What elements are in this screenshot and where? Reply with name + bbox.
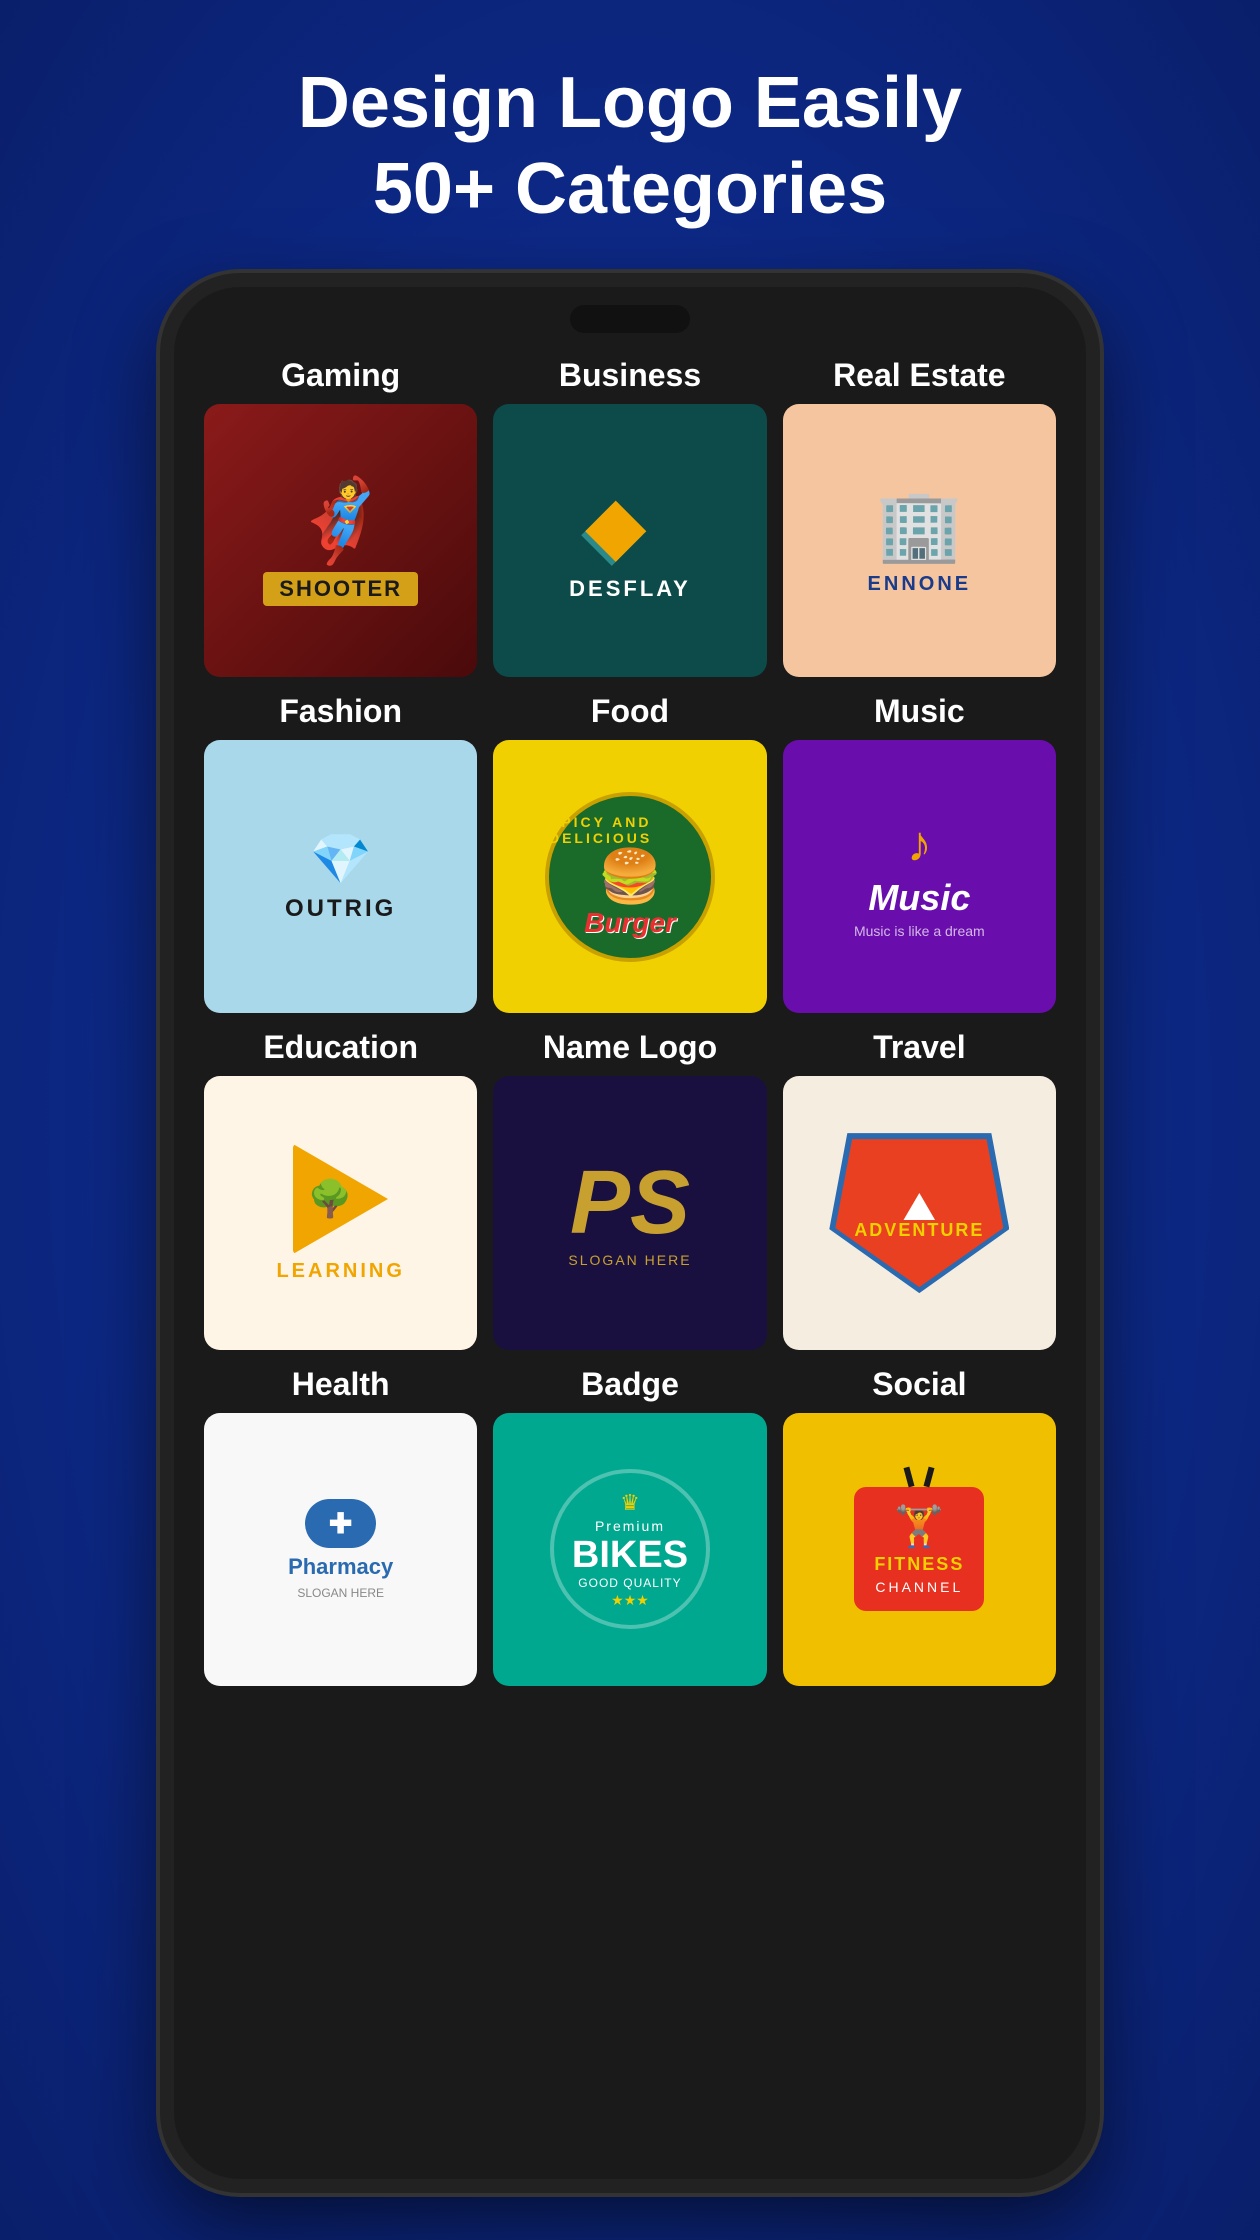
category-health-label: Health xyxy=(292,1366,390,1403)
category-badge-label: Badge xyxy=(581,1366,679,1403)
social-tv-frame: 🏋 FITNESS CHANNEL xyxy=(854,1487,984,1611)
social-fitness-text: FITNESS xyxy=(874,1554,964,1575)
fashion-diamond-icon: 💎 xyxy=(310,830,372,889)
category-health[interactable]: Health ✚ Pharmacy SLOGAN HERE xyxy=(204,1366,477,1686)
category-gaming-label: Gaming xyxy=(281,357,400,394)
category-music[interactable]: Music ♪ Music Music is like a dream xyxy=(783,693,1056,1013)
app-headline: Design Logo Easily 50+ Categories xyxy=(298,60,962,233)
health-name-text: Pharmacy xyxy=(288,1554,393,1580)
gaming-character-icon: 🦸 xyxy=(291,474,391,568)
travel-name-text: ADVENTURE xyxy=(854,1220,984,1241)
realestate-buildings-icon: 🏢 xyxy=(876,485,963,567)
category-education-label: Education xyxy=(263,1029,418,1066)
category-social-label: Social xyxy=(872,1366,966,1403)
realestate-name-text: ENNONE xyxy=(868,573,972,596)
burger-icon: 🍔 xyxy=(598,846,663,907)
category-fashion-image: 💎 OUTRIG xyxy=(204,740,477,1013)
category-business-image: DESFLAY xyxy=(493,404,766,677)
namelogo-initials-text: PS xyxy=(570,1158,690,1248)
categories-grid: Gaming 🦸 SHOOTER Business DESFLAY Real E… xyxy=(204,357,1056,1686)
category-travel[interactable]: Travel ⛰ ADVENTURE xyxy=(783,1029,1056,1349)
category-gaming[interactable]: Gaming 🦸 SHOOTER xyxy=(204,357,477,677)
category-social[interactable]: Social 🏋 FITNESS CHANNEL xyxy=(783,1366,1056,1686)
category-travel-label: Travel xyxy=(873,1029,966,1066)
phone-screen: Gaming 🦸 SHOOTER Business DESFLAY Real E… xyxy=(174,287,1086,2179)
category-travel-image: ⛰ ADVENTURE xyxy=(783,1076,1056,1349)
category-food-label: Food xyxy=(591,693,669,730)
mute-button xyxy=(160,537,170,597)
food-top-text: SPICY AND DELICIOUS xyxy=(549,814,711,846)
barbell-icon: 🏋 xyxy=(894,1503,944,1550)
category-fashion[interactable]: Fashion 💎 OUTRIG xyxy=(204,693,477,1013)
music-title-text: Music xyxy=(868,877,970,919)
category-badge[interactable]: Badge ♛ Premium BIKES GOOD QUALITY ★★★ xyxy=(493,1366,766,1686)
headline-line1: Design Logo Easily xyxy=(298,60,962,146)
volume-down-button xyxy=(160,757,170,847)
travel-shield: ⛰ ADVENTURE xyxy=(829,1133,1009,1293)
food-circle-badge: SPICY AND DELICIOUS 🍔 Burger xyxy=(545,792,715,962)
badge-premium-text: Premium xyxy=(595,1518,665,1534)
namelogo-slogan-text: SLOGAN HERE xyxy=(568,1252,691,1268)
category-music-image: ♪ Music Music is like a dream xyxy=(783,740,1056,1013)
category-education-image: 🌳 LEARNING xyxy=(204,1076,477,1349)
category-business[interactable]: Business DESFLAY xyxy=(493,357,766,677)
music-note-icon: ♪ xyxy=(907,815,932,873)
category-music-label: Music xyxy=(874,693,965,730)
category-food[interactable]: Food SPICY AND DELICIOUS 🍔 Burger xyxy=(493,693,766,1013)
tree-icon: 🌳 xyxy=(308,1178,353,1220)
volume-up-button xyxy=(160,647,170,737)
phone-mockup: Gaming 🦸 SHOOTER Business DESFLAY Real E… xyxy=(160,273,1100,2193)
business-diamond-icon xyxy=(585,478,675,568)
category-namelogo-image: PS SLOGAN HERE xyxy=(493,1076,766,1349)
health-cross-icon: ✚ xyxy=(329,1507,352,1540)
health-slogan-text: SLOGAN HERE xyxy=(297,1586,384,1600)
gaming-badge-text: SHOOTER xyxy=(263,572,418,606)
category-namelogo-label: Name Logo xyxy=(543,1029,717,1066)
category-food-image: SPICY AND DELICIOUS 🍔 Burger xyxy=(493,740,766,1013)
category-social-image: 🏋 FITNESS CHANNEL xyxy=(783,1413,1056,1686)
category-realestate-image: 🏢 ENNONE xyxy=(783,404,1056,677)
category-realestate-label: Real Estate xyxy=(833,357,1006,394)
health-rx-badge: ✚ xyxy=(305,1499,376,1548)
category-badge-image: ♛ Premium BIKES GOOD QUALITY ★★★ xyxy=(493,1413,766,1686)
category-education[interactable]: Education 🌳 LEARNING xyxy=(204,1029,477,1349)
badge-circle: ♛ Premium BIKES GOOD QUALITY ★★★ xyxy=(550,1469,710,1629)
fashion-name-text: OUTRIG xyxy=(285,895,396,923)
category-fashion-label: Fashion xyxy=(279,693,402,730)
crown-icon: ♛ xyxy=(620,1490,640,1516)
food-name-text: Burger xyxy=(584,907,676,939)
power-button xyxy=(1090,607,1100,707)
education-play-icon: 🌳 xyxy=(286,1144,396,1254)
headline-line2: 50+ Categories xyxy=(298,146,962,232)
category-realestate[interactable]: Real Estate 🏢 ENNONE xyxy=(783,357,1056,677)
badge-quality-text: GOOD QUALITY xyxy=(578,1576,681,1590)
category-health-image: ✚ Pharmacy SLOGAN HERE xyxy=(204,1413,477,1686)
badge-bikes-text: BIKES xyxy=(572,1536,688,1574)
category-gaming-image: 🦸 SHOOTER xyxy=(204,404,477,677)
education-name-text: LEARNING xyxy=(276,1260,404,1283)
category-business-label: Business xyxy=(559,357,701,394)
music-sub-text: Music is like a dream xyxy=(854,923,985,939)
badge-stars: ★★★ xyxy=(611,1592,649,1609)
business-name-text: DESFLAY xyxy=(569,576,691,602)
category-namelogo[interactable]: Name Logo PS SLOGAN HERE xyxy=(493,1029,766,1349)
social-channel-text: CHANNEL xyxy=(875,1579,963,1595)
